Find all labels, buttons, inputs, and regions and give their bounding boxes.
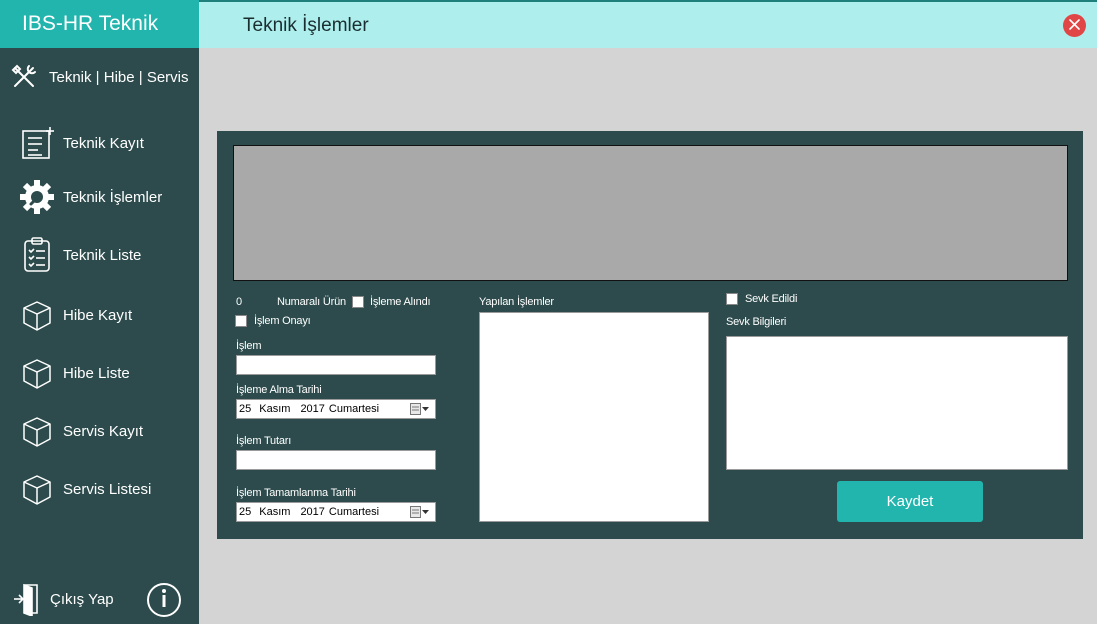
sidebar-item-hibe-kayit[interactable]: Hibe Kayıt <box>18 295 196 335</box>
sevk-edildi-checkbox[interactable] <box>726 293 738 305</box>
box-icon <box>18 412 56 450</box>
approval-checkbox[interactable] <box>235 315 247 327</box>
approval-label: İşlem Onayı <box>254 315 311 327</box>
box-icon <box>18 354 56 392</box>
info-button[interactable] <box>147 583 181 617</box>
tutar-input[interactable] <box>236 450 436 470</box>
tools-icon <box>10 63 38 91</box>
info-icon <box>160 588 168 613</box>
sidebar-item-label: Teknik İşlemler <box>63 188 163 206</box>
date-day: 25 <box>239 506 252 518</box>
sidebar-item-teknik-liste[interactable]: Teknik Liste <box>18 235 196 275</box>
received-checkbox[interactable] <box>352 296 364 308</box>
date-day: 25 <box>239 403 252 415</box>
date-month: Kasım <box>259 506 291 518</box>
title-bar: Teknik İşlemler <box>199 0 1097 48</box>
alma-tarihi-label: İşleme Alma Tarihi <box>236 384 322 396</box>
sidebar-item-label: Hibe Kayıt <box>63 306 133 324</box>
close-button[interactable] <box>1063 14 1086 37</box>
calendar-dropdown-icon[interactable] <box>410 506 430 518</box>
sidebar-item-label: Servis Kayıt <box>63 422 144 440</box>
sidebar-item-label: Teknik Kayıt <box>63 134 144 152</box>
records-grid[interactable] <box>233 145 1068 281</box>
date-weekday: Cumartesi <box>328 506 380 518</box>
date-year: 2017 <box>300 403 325 415</box>
sidebar: IBS-HR Teknik Teknik | Hibe | Servis Tek… <box>0 0 199 624</box>
save-button[interactable]: Kaydet <box>837 481 983 522</box>
sidebar-item-label: Teknik Liste <box>63 246 142 264</box>
alma-tarihi-datepicker[interactable]: 25 Kasım 2017 Cumartesi <box>236 399 436 419</box>
logout-label: Çıkış Yap <box>50 590 114 608</box>
islem-label: İşlem <box>236 340 262 352</box>
exit-door-icon <box>12 582 40 616</box>
sidebar-item-teknik-kayit[interactable]: Teknik Kayıt <box>18 123 196 163</box>
product-label: Numaralı Ürün <box>277 296 346 308</box>
close-icon <box>1069 17 1080 35</box>
tutar-label: İşlem Tutarı <box>236 435 292 447</box>
page-title: Teknik İşlemler <box>243 15 369 36</box>
islem-input[interactable] <box>236 355 436 375</box>
clipboard-checklist-icon <box>18 236 56 274</box>
tamamlanma-tarihi-datepicker[interactable]: 25 Kasım 2017 Cumartesi <box>236 502 436 522</box>
date-year: 2017 <box>300 506 325 518</box>
yapilan-islemler-textarea[interactable] <box>479 312 709 522</box>
sidebar-item-servis-kayit[interactable]: Servis Kayıt <box>18 411 196 451</box>
app-title: IBS-HR Teknik <box>0 0 199 48</box>
form-panel: 0 Numaralı Ürün İşleme Alındı İşlem Onay… <box>217 131 1083 539</box>
calendar-dropdown-icon[interactable] <box>410 403 430 415</box>
box-icon <box>18 470 56 508</box>
box-icon <box>18 296 56 334</box>
form-add-icon <box>18 124 56 162</box>
gear-wrench-icon <box>18 178 56 216</box>
sidebar-item-label: Servis Listesi <box>63 480 152 498</box>
module-label: Teknik | Hibe | Servis <box>49 68 189 86</box>
sidebar-item-hibe-liste[interactable]: Hibe Liste <box>18 353 196 393</box>
yapilan-islemler-label: Yapılan İşlemler <box>479 296 554 308</box>
logout-button[interactable]: Çıkış Yap <box>12 580 114 618</box>
received-label: İşleme Alındı <box>370 296 431 308</box>
sidebar-item-servis-listesi[interactable]: Servis Listesi <box>18 469 196 509</box>
date-month: Kasım <box>259 403 291 415</box>
module-header: Teknik | Hibe | Servis <box>10 62 195 92</box>
sevk-bilgileri-label: Sevk Bilgileri <box>726 316 787 328</box>
product-number: 0 <box>236 296 242 308</box>
date-weekday: Cumartesi <box>328 403 380 415</box>
sidebar-item-teknik-islemler[interactable]: Teknik İşlemler <box>18 177 196 217</box>
sevk-edildi-label: Sevk Edildi <box>745 293 798 305</box>
sevk-bilgileri-textarea[interactable] <box>726 336 1068 470</box>
tamamlanma-label: İşlem Tamamlanma Tarihi <box>236 487 356 499</box>
sidebar-item-label: Hibe Liste <box>63 364 130 382</box>
